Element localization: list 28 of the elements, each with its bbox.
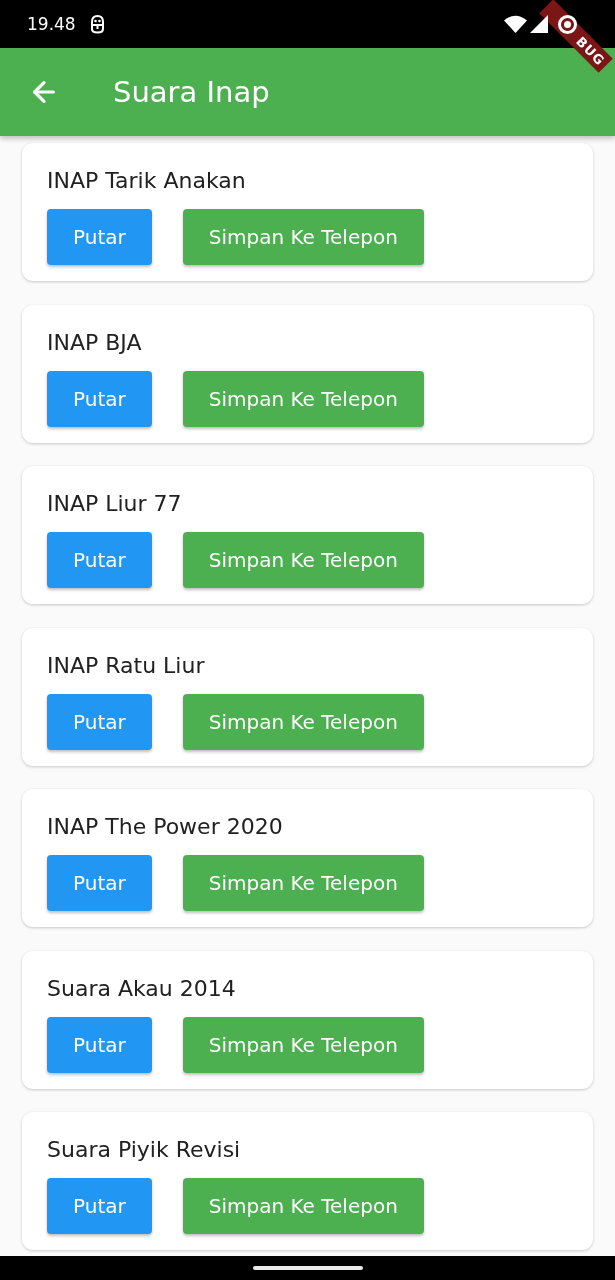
play-button[interactable]: Putar: [47, 532, 152, 588]
play-button[interactable]: Putar: [47, 370, 152, 427]
save-to-phone-button[interactable]: Simpan Ke Telepon: [182, 1016, 424, 1073]
circle-icon: [558, 14, 577, 34]
home-indicator[interactable]: [252, 1266, 363, 1270]
robot-icon: [88, 14, 106, 34]
play-button[interactable]: Putar: [47, 693, 152, 750]
play-button[interactable]: Putar: [47, 1016, 152, 1073]
sound-title: INAP Liur 77: [47, 490, 182, 518]
play-button[interactable]: Putar: [47, 855, 152, 911]
play-button[interactable]: Putar: [47, 1178, 152, 1234]
sound-title: INAP Tarik Anakan: [47, 167, 246, 195]
sound-title: INAP BJA: [47, 328, 142, 357]
wifi-icon: [504, 15, 527, 33]
save-to-phone-button[interactable]: Simpan Ke Telepon: [182, 855, 424, 911]
save-to-phone-button[interactable]: Simpan Ke Telepon: [182, 209, 424, 265]
status-time: 19.48: [27, 14, 76, 34]
play-button[interactable]: Putar: [47, 209, 152, 265]
save-to-phone-button[interactable]: Simpan Ke Telepon: [182, 1178, 424, 1234]
sound-title: Suara Akau 2014: [47, 974, 236, 1003]
save-to-phone-button[interactable]: Simpan Ke Telepon: [182, 532, 424, 588]
app-bar-title: Suara Inap: [113, 74, 270, 111]
sound-title: INAP The Power 2020: [47, 813, 283, 841]
save-to-phone-button[interactable]: Simpan Ke Telepon: [182, 370, 424, 427]
save-to-phone-button[interactable]: Simpan Ke Telepon: [182, 693, 424, 750]
sound-title: Suara Piyik Revisi: [47, 1136, 241, 1164]
sound-title: INAP Ratu Liur: [47, 651, 205, 680]
signal-icon: [530, 15, 548, 33]
